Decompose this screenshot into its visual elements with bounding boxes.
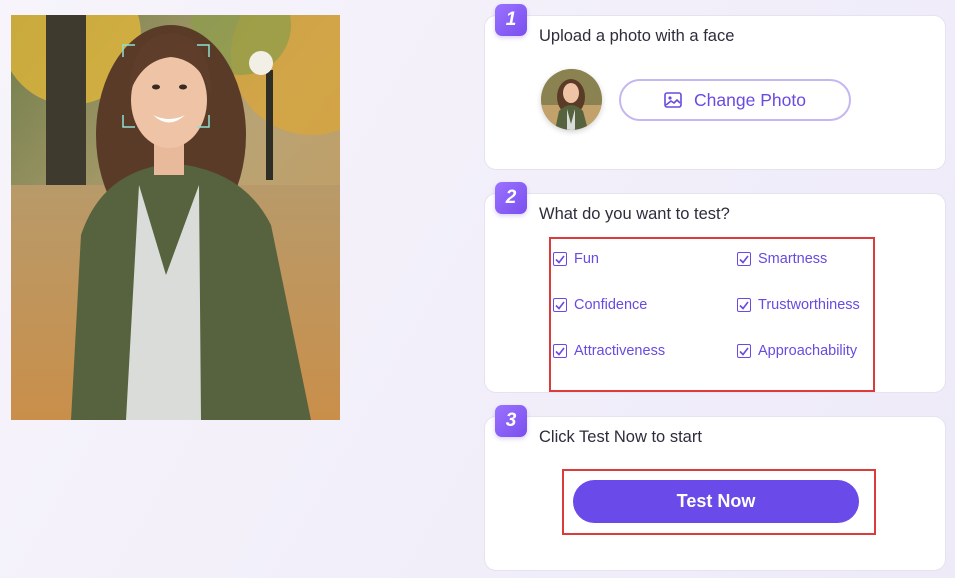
step-3-badge: 3: [495, 405, 527, 437]
test-now-button[interactable]: Test Now: [573, 480, 859, 523]
option-label: Smartness: [758, 251, 828, 267]
option-trustworthiness[interactable]: Trustworthiness: [737, 297, 860, 313]
checkbox-checked-icon[interactable]: [737, 298, 751, 312]
option-label: Trustworthiness: [758, 297, 860, 313]
checkbox-checked-icon[interactable]: [737, 344, 751, 358]
change-photo-button[interactable]: Change Photo: [619, 79, 851, 121]
step-1-title: Upload a photo with a face: [539, 27, 735, 45]
checkbox-checked-icon[interactable]: [553, 252, 567, 266]
option-fun[interactable]: Fun: [553, 251, 599, 267]
option-label: Confidence: [574, 297, 648, 313]
checkbox-checked-icon[interactable]: [553, 298, 567, 312]
option-confidence[interactable]: Confidence: [553, 297, 647, 313]
option-label: Attractiveness: [574, 343, 666, 359]
step-3-title: Click Test Now to start: [539, 428, 702, 446]
step-2-title: What do you want to test?: [539, 205, 730, 223]
checkbox-checked-icon[interactable]: [737, 252, 751, 266]
image-icon: [664, 92, 682, 108]
option-approachability[interactable]: Approachability: [737, 343, 857, 359]
checkbox-checked-icon[interactable]: [553, 344, 567, 358]
uploaded-photo: [11, 15, 340, 420]
change-photo-label: Change Photo: [694, 89, 806, 110]
option-label: Approachability: [758, 343, 858, 359]
option-smartness[interactable]: Smartness: [737, 251, 827, 267]
option-label: Fun: [574, 251, 599, 267]
avatar-thumbnail: [541, 69, 602, 130]
option-attractiveness[interactable]: Attractiveness: [553, 343, 665, 359]
step-1-badge: 1: [495, 4, 527, 36]
step-2-badge: 2: [495, 182, 527, 214]
